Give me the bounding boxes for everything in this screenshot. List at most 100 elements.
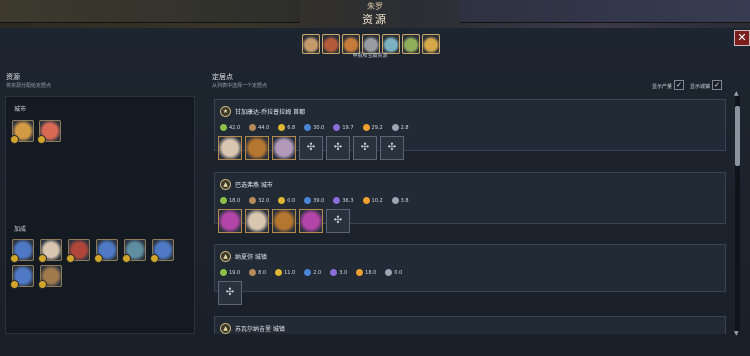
yield-item: 6.8 xyxy=(278,124,295,131)
yield-item: 0.0 xyxy=(385,269,402,276)
empty-slot-button[interactable]: ✣ xyxy=(353,136,377,160)
brick-icon[interactable] xyxy=(66,239,90,263)
empty-slot-button[interactable]: ✣ xyxy=(380,136,404,160)
settlement-name: 纳夏弥 城镇 xyxy=(235,253,267,261)
add-icon: ✣ xyxy=(360,142,370,153)
scroll-down-icon[interactable]: ▼ xyxy=(734,330,739,337)
left-section-subtitle: 将资源分配给定居点 xyxy=(6,83,52,89)
resource-badge-icon xyxy=(10,254,19,263)
show-output-label: 显示产量 xyxy=(652,84,673,90)
cake-icon[interactable] xyxy=(37,120,61,144)
yield-value: 3.8 xyxy=(400,197,409,204)
yield-row: 42.0 44.0 6.8 30.0 19.7 29.2 2.8 xyxy=(220,124,415,131)
empty-slot-button[interactable]: ✣ xyxy=(326,136,350,160)
settlement-name: 甘加康达-乔拉普拉姆 首都 xyxy=(235,108,306,116)
settlement-header: ▲ 巴选弗燕 城市 xyxy=(220,177,273,191)
resource-icon-7[interactable] xyxy=(422,34,440,54)
add-icon: ✣ xyxy=(333,215,343,226)
grain-icon-3[interactable] xyxy=(150,239,174,263)
capital-star-icon: ★ xyxy=(220,105,231,117)
science-icon xyxy=(304,197,312,204)
settlement-header: ▲ 苏瓦尔纳吉里 城镇 xyxy=(220,321,285,334)
influence-icon xyxy=(391,197,399,204)
close-button[interactable]: ✕ xyxy=(734,30,750,46)
left-section-title: 资源 xyxy=(6,73,20,81)
empty-slot-button[interactable]: ✣ xyxy=(218,281,242,305)
yield-item: 39.0 xyxy=(304,197,324,204)
yield-item: 8.0 xyxy=(249,269,266,276)
empty-slot-button[interactable]: ✣ xyxy=(299,136,323,160)
settlement-type-icon: ▲ xyxy=(220,322,231,334)
tea-icon[interactable] xyxy=(10,120,34,144)
empty-slot-button[interactable]: ✣ xyxy=(326,209,350,233)
add-icon: ✣ xyxy=(306,142,316,153)
happiness-icon xyxy=(362,124,370,131)
yield-value: 42.0 xyxy=(229,124,241,131)
yield-item: 3.8 xyxy=(391,197,409,204)
grain-icon-2[interactable] xyxy=(94,239,118,263)
window-title: 资源 xyxy=(362,13,388,26)
yield-value: 2.8 xyxy=(400,124,409,131)
resource-badge-icon xyxy=(10,280,19,289)
resource-icon-4[interactable] xyxy=(362,34,380,54)
settlement-type-icon: ▲ xyxy=(220,250,231,262)
grain-slot-icon[interactable] xyxy=(272,136,296,160)
yield-item: 3.0 xyxy=(330,269,347,276)
grain-icon-4[interactable] xyxy=(10,265,34,289)
add-icon: ✣ xyxy=(333,142,343,153)
gold-icon xyxy=(278,124,286,131)
yield-item: 2.8 xyxy=(391,124,409,131)
yield-value: 30.0 xyxy=(313,124,325,131)
magenta-slot-icon[interactable] xyxy=(218,209,242,233)
resource-icon-3[interactable] xyxy=(342,34,360,54)
yield-item: 18.0 xyxy=(220,197,240,204)
resource-icon-5[interactable] xyxy=(382,34,400,54)
yield-value: 2.0 xyxy=(313,269,322,276)
yield-item: 44.0 xyxy=(249,124,269,131)
food-icon xyxy=(220,124,227,131)
cake-slot-icon[interactable] xyxy=(218,136,242,160)
resource-badge-icon xyxy=(122,254,131,263)
yield-value: 19.7 xyxy=(342,124,354,131)
settlement-list: ★ 甘加康达-乔拉普拉姆 首都 42.0 44.0 6.8 30.0 19.7 29.2 2.8… xyxy=(214,96,728,334)
production-icon xyxy=(249,197,257,204)
resource-badge-icon xyxy=(38,254,47,263)
settlement-scrollbar[interactable] xyxy=(735,96,740,332)
yield-item: 2.0 xyxy=(304,269,321,276)
shield-slot-icon-2[interactable] xyxy=(272,209,296,233)
cake-icon-2[interactable] xyxy=(38,239,62,263)
cannon-icon[interactable] xyxy=(38,265,62,289)
cake-slot-icon-2[interactable] xyxy=(245,209,269,233)
shield-slot-icon[interactable] xyxy=(245,136,269,160)
yield-value: 39.0 xyxy=(313,197,325,204)
settlement-header: ▲ 纳夏弥 城镇 xyxy=(220,249,267,263)
magenta-slot-icon-2[interactable] xyxy=(299,209,323,233)
category-caption: 申报和宝藏资源 xyxy=(352,53,388,59)
gold-icon xyxy=(278,197,286,204)
resource-badge-icon xyxy=(94,254,103,263)
scroll-thumb[interactable] xyxy=(735,106,740,166)
culture-icon xyxy=(330,269,338,276)
food-icon xyxy=(220,269,227,276)
category-filter-row xyxy=(302,34,440,54)
ship-icon[interactable] xyxy=(122,239,146,263)
settlement-name: 巴选弗燕 城市 xyxy=(235,181,273,189)
settlement-card[interactable]: ★ 甘加康达-乔拉普拉姆 首都 42.0 44.0 6.8 30.0 19.7 29.2 2.8… xyxy=(214,99,726,160)
resource-icon-2[interactable] xyxy=(322,34,340,54)
resource-icon-6[interactable] xyxy=(402,34,420,54)
show-city-checkbox[interactable]: ✓ xyxy=(712,80,722,90)
show-city-label: 显示城镇 xyxy=(690,84,711,90)
settlement-type-icon: ▲ xyxy=(220,178,231,190)
yield-value: 10.2 xyxy=(371,197,383,204)
resource-slots: ✣ xyxy=(218,209,350,233)
yield-value: 3.0 xyxy=(339,269,348,276)
show-output-checkbox[interactable]: ✓ xyxy=(674,80,684,90)
resource-badge-icon xyxy=(10,135,19,144)
settlement-card[interactable]: ▲ 巴选弗燕 城市 18.0 32.0 0.0 39.0 36.3 10.2 3.8 ✣ xyxy=(214,172,726,233)
production-icon xyxy=(249,124,257,131)
yield-value: 32.0 xyxy=(258,197,270,204)
resource-icon-1[interactable] xyxy=(302,34,320,54)
settlement-card[interactable]: ▲ 纳夏弥 城镇 19.0 8.0 11.0 2.0 3.0 18.0 0.0 ✣ xyxy=(214,244,726,305)
grain-icon-1[interactable] xyxy=(10,239,34,263)
settlement-card[interactable]: ▲ 苏瓦尔纳吉里 城镇 xyxy=(214,316,726,334)
